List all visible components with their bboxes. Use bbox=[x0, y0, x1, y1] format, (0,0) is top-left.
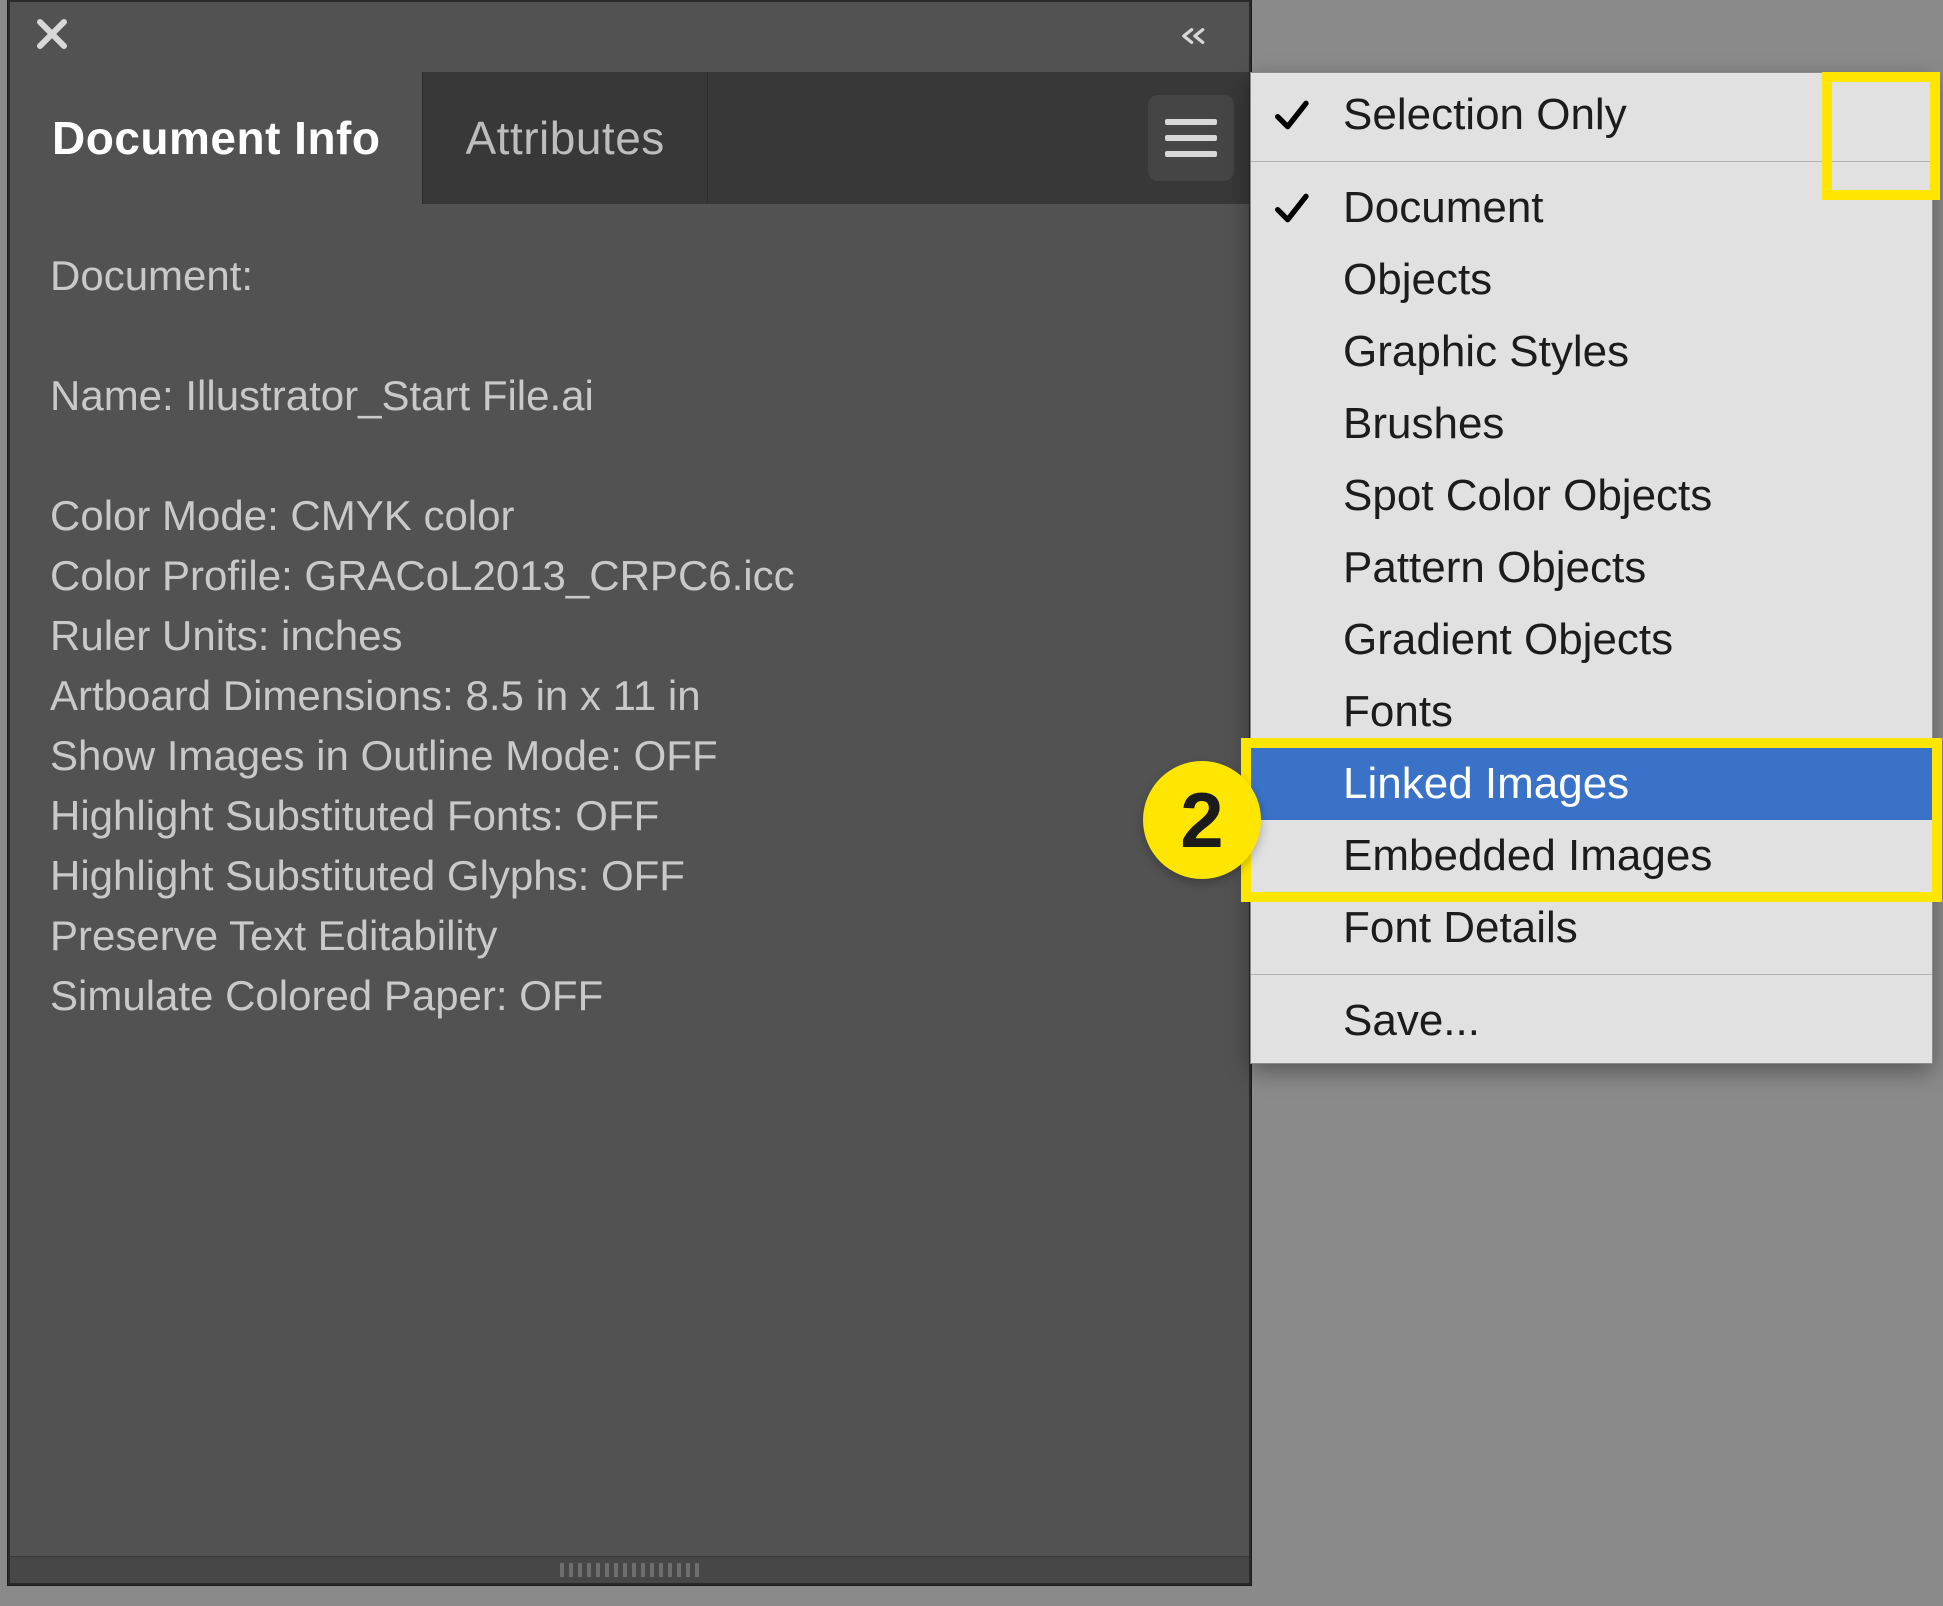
doc-preserve-text: Preserve Text Editability bbox=[50, 906, 1209, 966]
collapse-panel-icon[interactable] bbox=[1173, 16, 1223, 56]
menu-item-label: Gradient Objects bbox=[1343, 615, 1673, 665]
menu-item-label: Objects bbox=[1343, 255, 1492, 305]
menu-item-document[interactable]: Document bbox=[1251, 172, 1932, 244]
tab-attributes-label: Attributes bbox=[465, 111, 664, 165]
menu-item-label: Font Details bbox=[1343, 903, 1578, 953]
menu-item-spot-color-objects[interactable]: Spot Color Objects bbox=[1251, 460, 1932, 532]
menu-item-label: Spot Color Objects bbox=[1343, 471, 1712, 521]
menu-separator bbox=[1251, 161, 1932, 162]
menu-item-objects[interactable]: Objects bbox=[1251, 244, 1932, 316]
tab-document-info[interactable]: Document Info bbox=[10, 72, 423, 204]
tab-document-info-label: Document Info bbox=[52, 111, 380, 165]
document-info-panel: Document Info Attributes Document: Name:… bbox=[8, 0, 1251, 1585]
doc-heading: Document: bbox=[50, 246, 1209, 306]
doc-sim-colored-paper: Simulate Colored Paper: OFF bbox=[50, 966, 1209, 1026]
doc-hl-sub-glyphs: Highlight Substituted Glyphs: OFF bbox=[50, 846, 1209, 906]
doc-name: Name: Illustrator_Start File.ai bbox=[50, 366, 1209, 426]
hamburger-icon bbox=[1165, 135, 1217, 141]
menu-item-embedded-images[interactable]: Embedded Images bbox=[1251, 820, 1932, 892]
menu-item-graphic-styles[interactable]: Graphic Styles bbox=[1251, 316, 1932, 388]
panel-menu-button[interactable] bbox=[1148, 95, 1234, 181]
menu-item-label: Embedded Images bbox=[1343, 831, 1712, 881]
menu-item-save[interactable]: Save... bbox=[1251, 985, 1932, 1057]
checkmark-icon bbox=[1269, 93, 1313, 137]
menu-item-linked-images[interactable]: Linked Images bbox=[1251, 748, 1932, 820]
doc-color-profile: Color Profile: GRACoL2013_CRPC6.icc bbox=[50, 546, 1209, 606]
menu-item-label: Save... bbox=[1343, 996, 1480, 1046]
doc-artboard-dims: Artboard Dimensions: 8.5 in x 11 in bbox=[50, 666, 1209, 726]
close-icon[interactable] bbox=[30, 12, 74, 56]
checkmark-icon bbox=[1269, 186, 1313, 230]
panel-titlebar[interactable] bbox=[10, 2, 1249, 73]
doc-show-images-outline: Show Images in Outline Mode: OFF bbox=[50, 726, 1209, 786]
menu-item-brushes[interactable]: Brushes bbox=[1251, 388, 1932, 460]
menu-item-label: Linked Images bbox=[1343, 759, 1629, 809]
panel-tab-row: Document Info Attributes bbox=[10, 72, 1249, 204]
doc-hl-sub-fonts: Highlight Substituted Fonts: OFF bbox=[50, 786, 1209, 846]
menu-item-label: Brushes bbox=[1343, 399, 1504, 449]
menu-item-label: Fonts bbox=[1343, 687, 1453, 737]
grip-icon bbox=[560, 1563, 700, 1577]
menu-item-label: Pattern Objects bbox=[1343, 543, 1646, 593]
tab-attributes[interactable]: Attributes bbox=[423, 72, 707, 204]
menu-item-label: Selection Only bbox=[1343, 90, 1627, 140]
doc-color-mode: Color Mode: CMYK color bbox=[50, 486, 1209, 546]
panel-resize-grip[interactable] bbox=[10, 1556, 1249, 1583]
document-info-body: Document: Name: Illustrator_Start File.a… bbox=[10, 204, 1249, 1557]
doc-ruler-units: Ruler Units: inches bbox=[50, 606, 1209, 666]
panel-flyout-menu: Selection Only Document Objects Graphic … bbox=[1250, 72, 1933, 1064]
menu-item-fonts[interactable]: Fonts bbox=[1251, 676, 1932, 748]
menu-separator bbox=[1251, 974, 1932, 975]
menu-item-label: Graphic Styles bbox=[1343, 327, 1629, 377]
menu-item-pattern-objects[interactable]: Pattern Objects bbox=[1251, 532, 1932, 604]
menu-item-gradient-objects[interactable]: Gradient Objects bbox=[1251, 604, 1932, 676]
menu-item-font-details[interactable]: Font Details bbox=[1251, 892, 1932, 964]
menu-item-label: Document bbox=[1343, 183, 1544, 233]
menu-item-selection-only[interactable]: Selection Only bbox=[1251, 79, 1932, 151]
